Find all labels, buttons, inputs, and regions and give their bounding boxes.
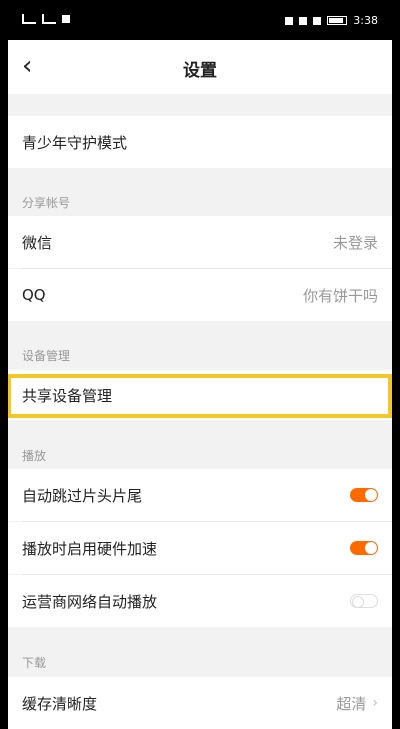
alarm-icon [313, 16, 322, 25]
carrier-autoplay-row[interactable]: 运营商网络自动播放 [8, 575, 392, 627]
chevron-right-icon: › [372, 695, 378, 711]
section-share-accounts: 分享帐号 [22, 196, 71, 210]
teen-mode-label: 青少年守护模式 [22, 133, 128, 152]
nav-bar: ‹ 设置 [8, 40, 392, 94]
settings-screen: 3:38 ‹ 设置 青少年守护模式 分享帐号 微信 未登录 QQ 你有饼干吗 设… [8, 0, 392, 729]
status-time: 3:38 [353, 14, 378, 27]
carrier-autoplay-toggle[interactable] [350, 594, 378, 608]
shared-device-label: 共享设备管理 [22, 386, 113, 405]
wechat-row[interactable]: 微信 未登录 [8, 216, 392, 268]
skip-intro-toggle[interactable] [350, 488, 378, 502]
qq-row[interactable]: QQ 你有饼干吗 [8, 269, 392, 321]
toggle-knob [352, 596, 364, 608]
carrier-autoplay-label: 运营商网络自动播放 [22, 592, 158, 611]
qq-label: QQ [22, 286, 46, 304]
battery-icon [327, 16, 348, 25]
hw-accel-label: 播放时启用硬件加速 [22, 539, 158, 558]
status-bar: 3:38 [8, 0, 392, 40]
toggle-knob [365, 489, 377, 501]
shared-device-row[interactable]: 共享设备管理 [8, 370, 392, 420]
qq-nickname: 你有饼干吗 [302, 286, 378, 305]
section-playback: 播放 [22, 449, 47, 463]
notification-icon [62, 15, 70, 23]
cache-quality-label: 缓存清晰度 [22, 694, 98, 713]
teen-mode-row[interactable]: 青少年守护模式 [8, 116, 392, 168]
wechat-status: 未登录 [332, 233, 378, 252]
cache-quality-row[interactable]: 缓存清晰度 超清 › [8, 677, 392, 729]
nfc-icon [299, 16, 308, 25]
section-device-management: 设备管理 [22, 349, 71, 363]
page-title: 设置 [183, 61, 217, 81]
hw-accel-toggle[interactable] [350, 541, 378, 555]
signal-icon [22, 14, 36, 24]
skip-intro-label: 自动跳过片头片尾 [22, 486, 143, 505]
wechat-label: 微信 [22, 233, 53, 252]
wifi-icon [42, 14, 56, 24]
cache-quality-value-group: 超清 › [336, 693, 378, 714]
cache-quality-value: 超清 [336, 694, 367, 713]
hw-accel-row[interactable]: 播放时启用硬件加速 [8, 522, 392, 574]
status-right: 3:38 [285, 14, 378, 27]
section-download: 下载 [22, 656, 47, 670]
toggle-knob [365, 542, 377, 554]
status-left [22, 14, 70, 24]
skip-intro-row[interactable]: 自动跳过片头片尾 [8, 469, 392, 521]
headphone-icon [285, 16, 294, 25]
